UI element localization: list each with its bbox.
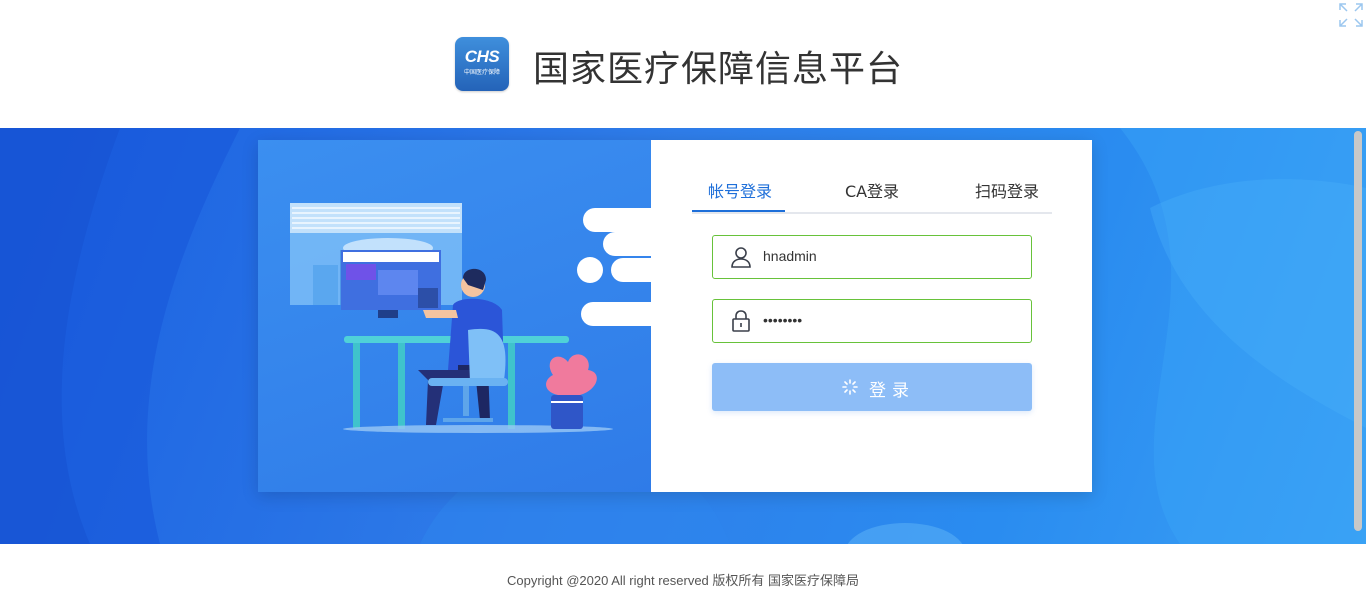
- chs-logo: CHS 中国医疗保障: [455, 37, 509, 91]
- tab-active-indicator: [692, 210, 785, 212]
- login-tabs: 帐号登录 CA登录 扫码登录: [692, 180, 1052, 214]
- fullscreen-icon[interactable]: [1338, 2, 1364, 28]
- logo-text: CHS: [464, 47, 500, 66]
- password-field[interactable]: [712, 299, 1032, 343]
- login-button[interactable]: 登录: [712, 363, 1032, 411]
- illustration-panel: [258, 140, 703, 492]
- page-title: 国家医疗保障信息平台: [533, 49, 904, 90]
- user-icon: [731, 247, 751, 268]
- lock-icon: [732, 310, 750, 332]
- username-field[interactable]: [712, 235, 1032, 279]
- header: CHS 中国医疗保障 国家医疗保障信息平台: [0, 0, 1366, 128]
- login-card: 帐号登录 CA登录 扫码登录 登录: [258, 140, 1092, 492]
- tab-qrcode-login[interactable]: 扫码登录: [972, 180, 1042, 212]
- copyright-text: Copyright @2020 All right reserved 版权所有 …: [506, 573, 860, 588]
- logo-subtext: 中国医疗保障: [463, 69, 500, 76]
- username-input[interactable]: [763, 236, 1013, 276]
- scrollbar[interactable]: [1354, 131, 1362, 531]
- loading-icon: [842, 379, 858, 395]
- office-illustration: [290, 203, 703, 433]
- password-input[interactable]: [763, 300, 1013, 340]
- tab-ca-login[interactable]: CA登录: [842, 180, 902, 212]
- login-button-label: 登录: [869, 381, 915, 401]
- footer: Copyright @2020 All right reserved 版权所有 …: [0, 544, 1366, 614]
- tab-account-login[interactable]: 帐号登录: [708, 180, 772, 212]
